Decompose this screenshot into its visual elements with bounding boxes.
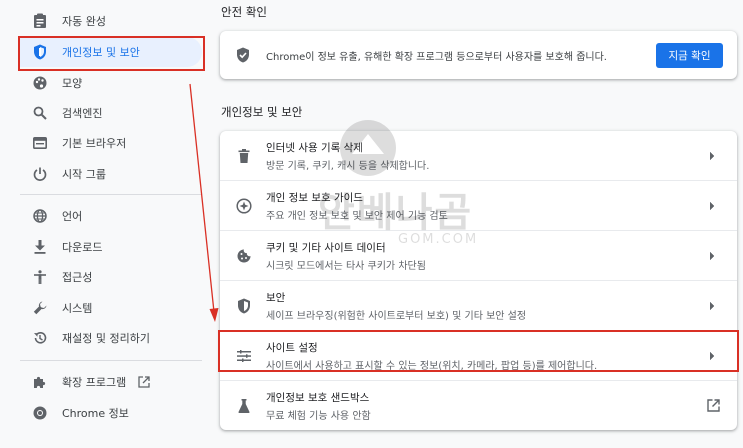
chevron-right-icon [709, 151, 717, 161]
safety-check-card: Chrome이 정보 유출, 유해한 확장 프로그램 등으로부터 사용자를 보호… [220, 31, 737, 79]
chevron-right-icon [709, 201, 717, 211]
trash-icon [236, 148, 252, 164]
row-subtitle: 시크릿 모드에서는 타사 쿠키가 차단됨 [266, 260, 426, 272]
row-title: 보안 [266, 291, 286, 304]
row-title: 개인정보 보호 샌드박스 [266, 391, 370, 404]
shield-icon [236, 298, 252, 314]
privacy-card: 인터넷 사용 기록 삭제 방문 기록, 쿠키, 캐시 등을 삭제합니다. 개인 … [220, 131, 737, 430]
safety-check-title: 안전 확인 [221, 5, 267, 19]
row-site-settings[interactable]: 사이트 설정 사이트에서 사용하고 표시할 수 있는 정보(위치, 카메라, 팝… [220, 331, 737, 380]
row-privacy-guide[interactable]: 개인 정보 보호 가이드 주요 개인 정보 보호 및 보안 제어 기능 검토 [220, 181, 737, 230]
row-clear-browsing-data[interactable]: 인터넷 사용 기록 삭제 방문 기록, 쿠키, 캐시 등을 삭제합니다. [220, 131, 737, 180]
row-title: 사이트 설정 [266, 341, 318, 354]
chevron-right-icon [709, 301, 717, 311]
cookie-icon [236, 248, 252, 264]
row-subtitle: 무료 체험 기능 사용 안함 [266, 410, 371, 422]
compass-icon [236, 197, 252, 214]
row-subtitle: 세이프 브라우징(위험한 사이트로부터 보호) 및 기타 보안 설정 [266, 310, 527, 322]
row-security[interactable]: 보안 세이프 브라우징(위험한 사이트로부터 보호) 및 기타 보안 설정 [220, 281, 737, 330]
row-subtitle: 주요 개인 정보 보호 및 보안 제어 기능 검토 [266, 210, 448, 222]
tune-icon [236, 348, 252, 364]
row-title: 쿠키 및 기타 사이트 데이터 [266, 241, 386, 254]
row-subtitle: 사이트에서 사용하고 표시할 수 있는 정보(위치, 카메라, 팝업 등)를 제… [266, 360, 598, 372]
safety-check-description: Chrome이 정보 유출, 유해한 확장 프로그램 등으로부터 사용자를 보호… [266, 51, 607, 63]
chevron-right-icon [709, 351, 717, 361]
row-privacy-sandbox[interactable]: 개인정보 보호 샌드박스 무료 체험 기능 사용 안함 [220, 381, 737, 430]
check-now-button[interactable]: 지금 확인 [656, 43, 723, 68]
open-in-new-icon [707, 398, 721, 413]
row-subtitle: 방문 기록, 쿠키, 캐시 등을 삭제합니다. [266, 160, 430, 172]
chevron-right-icon [709, 251, 717, 261]
flask-icon [236, 398, 252, 414]
row-title: 개인 정보 보호 가이드 [266, 191, 363, 204]
row-title: 인터넷 사용 기록 삭제 [266, 141, 363, 154]
privacy-section-title: 개인정보 및 보안 [221, 105, 303, 119]
row-cookies[interactable]: 쿠키 및 기타 사이트 데이터 시크릿 모드에서는 타사 쿠키가 차단됨 [220, 231, 737, 280]
shield-check-icon [236, 47, 252, 63]
